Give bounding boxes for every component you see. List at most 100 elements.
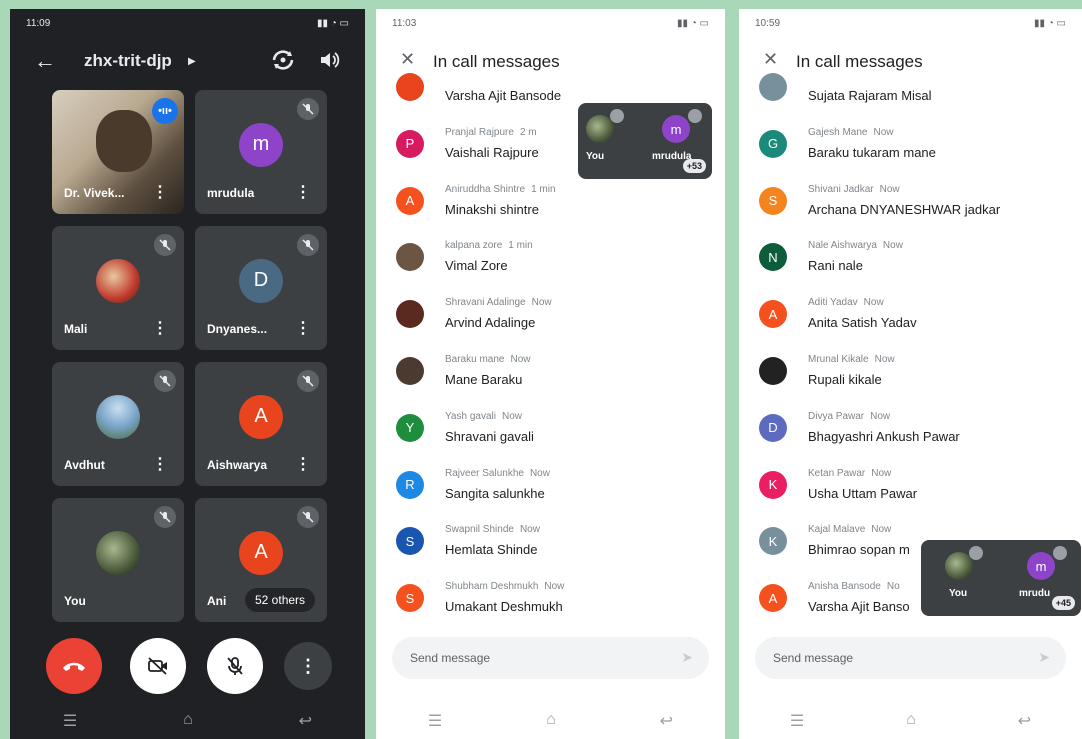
status-bar: 11:03 ▮▮ ◔ ▭: [376, 9, 725, 37]
more-participants-badge: +45: [1051, 596, 1075, 610]
send-message-input[interactable]: Send message ➤: [392, 637, 709, 679]
mic-muted-icon: [297, 370, 319, 392]
message-item: A Aniruddha Shintre 1 min Minakshi shintre: [376, 175, 725, 231]
message-text: Mane Baraku: [445, 372, 523, 387]
more-options-icon[interactable]: ⋮: [152, 454, 168, 474]
participant-tile-video[interactable]: •ıı• Dr. Vivek... ⋮: [52, 90, 184, 214]
sender-name: Yash gavali: [445, 410, 496, 422]
participant-tile-self[interactable]: You: [52, 498, 184, 622]
more-options-button[interactable]: ⋮: [284, 642, 332, 690]
meeting-title[interactable]: zhx-trit-djp: [84, 51, 172, 71]
send-icon[interactable]: ➤: [681, 649, 693, 666]
message-item: Y Yash gavali Now Shravani gavali: [376, 402, 725, 458]
participant-name: Aishwarya: [207, 458, 268, 472]
speaker-icon[interactable]: [318, 49, 340, 71]
others-count-pill[interactable]: 52 others: [245, 588, 316, 612]
participant-tile[interactable]: A Aishwarya ⋮: [195, 362, 327, 486]
home-icon[interactable]: ⌂: [906, 711, 916, 731]
participant-name: Avdhut: [64, 458, 105, 472]
android-nav-bar: ☰ ⌂ ↩: [10, 711, 365, 731]
mic-off-icon: [227, 657, 243, 675]
camera-toggle-button[interactable]: [130, 638, 186, 694]
pip-participants[interactable]: You m mrudu +45: [921, 540, 1081, 616]
back-icon[interactable]: ↩: [1018, 711, 1031, 731]
mic-muted-icon: [297, 506, 319, 528]
participant-tile[interactable]: D Dnyanes... ⋮: [195, 226, 327, 350]
message-meta: Shravani Adalinge Now: [445, 297, 552, 308]
participant-tile[interactable]: A Ani 52 others: [195, 498, 327, 622]
participant-tile[interactable]: Avdhut ⋮: [52, 362, 184, 486]
participant-tile[interactable]: Mali ⋮: [52, 226, 184, 350]
participant-name: Ani: [207, 594, 227, 608]
more-options-icon[interactable]: ⋮: [295, 182, 311, 202]
sender-name: Ketan Pawar: [808, 467, 866, 479]
sender-name: Pranjal Rajpure: [445, 126, 514, 138]
menu-icon[interactable]: ☰: [790, 711, 804, 731]
sender-name: Rajveer Salunkhe: [445, 467, 524, 479]
mic-muted-icon: [297, 98, 319, 120]
sender-avatar: [396, 300, 424, 329]
message-time: Now: [871, 524, 892, 536]
send-icon[interactable]: ➤: [1038, 649, 1050, 666]
message-meta: Aditi Yadav Now: [808, 297, 884, 308]
sender-name: kalpana zore: [445, 240, 503, 252]
back-arrow-icon[interactable]: ←: [34, 48, 56, 74]
message-meta: Pranjal Rajpure 2 m: [445, 127, 537, 138]
message-item: G Gajesh Mane Now Baraku tukaram mane: [739, 118, 1082, 174]
message-text: Shravani gavali: [445, 428, 534, 444]
message-time: Now: [871, 467, 892, 479]
message-meta: Kajal Malave Now: [808, 524, 891, 535]
sender-name: Swapnil Shinde: [445, 524, 514, 536]
more-options-icon[interactable]: ⋮: [152, 318, 168, 338]
message-meta: Baraku mane Now: [445, 354, 531, 365]
speaking-indicator-icon: •ıı•: [152, 98, 178, 124]
call-top-bar: ← zhx-trit-djp ▶: [10, 43, 365, 79]
caret-right-icon[interactable]: ▶: [188, 56, 196, 67]
mic-toggle-button[interactable]: [207, 638, 263, 694]
more-options-icon[interactable]: ⋮: [295, 318, 311, 338]
call-screen: 11:09 ▮▮ ◔ ▭ ← zhx-trit-djp ▶ •ıı• Dr. V…: [10, 9, 365, 739]
mic-muted-icon: [154, 506, 176, 528]
participant-name: mrudula: [207, 186, 255, 200]
sender-name: Aniruddha Shintre: [445, 183, 526, 195]
sender-name: Shivani Jadkar: [808, 183, 874, 195]
switch-camera-icon[interactable]: [270, 47, 296, 73]
menu-icon[interactable]: ☰: [63, 711, 77, 731]
pip-participants[interactable]: You m mrudula +53: [578, 103, 712, 179]
sender-avatar: S: [396, 584, 424, 613]
send-message-input[interactable]: Send message ➤: [755, 637, 1066, 679]
more-options-icon[interactable]: ⋮: [152, 182, 168, 202]
participant-tile[interactable]: m mrudula ⋮: [195, 90, 327, 214]
participant-avatar: A: [239, 530, 283, 575]
participant-name: Dnyanes...: [207, 322, 268, 336]
status-icons: ▮▮ ◔ ▭: [1033, 17, 1066, 29]
back-icon[interactable]: ↩: [299, 711, 312, 731]
menu-icon[interactable]: ☰: [428, 711, 442, 731]
end-call-button[interactable]: [46, 638, 102, 694]
message-item: Sujata Rajaram Misal: [739, 61, 1082, 117]
mic-muted-icon: [1053, 546, 1067, 560]
more-options-icon[interactable]: ⋮: [295, 454, 311, 474]
mic-muted-icon: [154, 234, 176, 256]
sender-name: Shubham Deshmukh: [445, 581, 539, 593]
message-item: S Shivani Jadkar Now Archana DNYANESHWAR ja…: [739, 175, 1082, 231]
message-item: S Shubham Deshmukh Now Umakant Deshmukh: [376, 572, 725, 628]
home-icon[interactable]: ⌂: [183, 711, 193, 731]
message-time: Now: [863, 297, 884, 309]
sender-name: Kajal Malave: [808, 524, 866, 536]
participant-name: You: [64, 594, 86, 608]
status-bar: 11:09 ▮▮ ◔ ▭: [10, 9, 365, 37]
message-meta: Gajesh Mane Now: [808, 127, 894, 138]
home-icon[interactable]: ⌂: [546, 711, 556, 731]
message-time: Now: [873, 126, 894, 138]
back-icon[interactable]: ↩: [660, 711, 673, 731]
message-text: Anita Satish Yadav: [808, 315, 917, 331]
mic-muted-icon: [969, 546, 983, 560]
message-item: N Nale Aishwarya Now Rani nale: [739, 231, 1082, 287]
message-meta: [808, 70, 814, 81]
message-time: Now: [501, 410, 522, 422]
status-bar: 10:59 ▮▮ ◔ ▭: [739, 9, 1082, 37]
message-time: Now: [531, 297, 552, 309]
mic-muted-icon: [154, 370, 176, 392]
message-item: D Divya Pawar Now Bhagyashri Ankush Pawar: [739, 402, 1082, 458]
